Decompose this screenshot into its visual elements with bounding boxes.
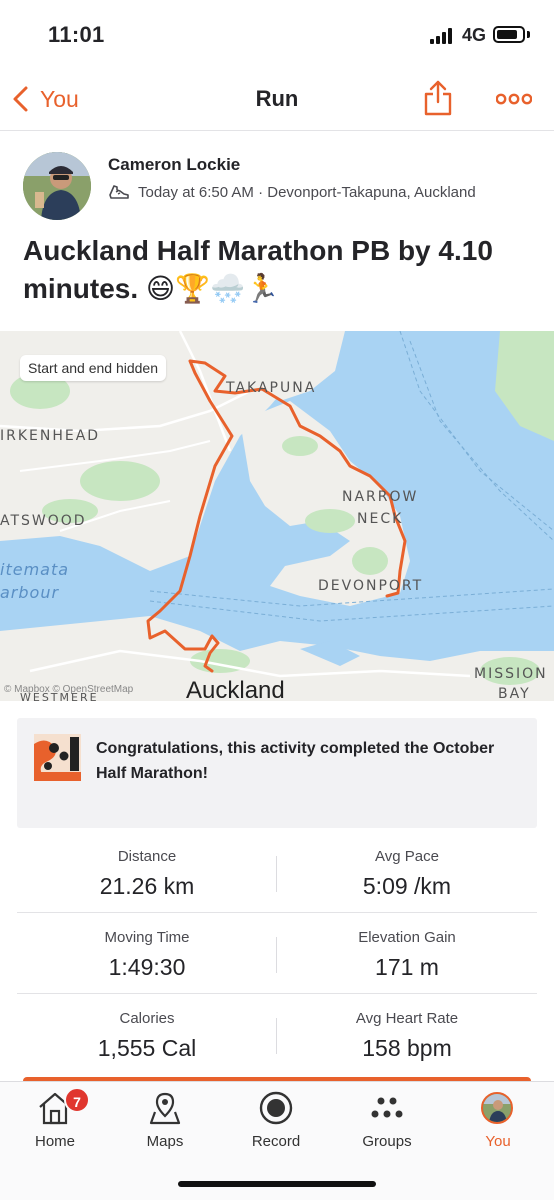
stat-row: Distance 21.26 km Avg Pace 5:09 /km — [17, 832, 537, 913]
tab-home[interactable]: 7 Home — [0, 1082, 110, 1162]
battery-icon — [493, 26, 525, 43]
status-time: 11:01 — [48, 22, 105, 47]
avatar-photo — [23, 152, 91, 220]
nav-bar: You Run — [0, 70, 554, 131]
privacy-chip: Start and end hidden — [20, 355, 166, 381]
stat-value: 158 bpm — [362, 1035, 452, 1061]
status-bar: 11:01 4G — [0, 0, 554, 70]
map-label-birkenhead: IRKENHEAD — [0, 428, 101, 444]
map-label-narrow: NARROW — [342, 489, 419, 505]
stat-value: 171 m — [375, 954, 439, 980]
tab-record[interactable]: Record — [221, 1082, 331, 1162]
page-title: Run — [255, 86, 299, 111]
home-indicator — [178, 1181, 376, 1187]
stat-row: Calories 1,555 Cal Avg Heart Rate 158 bp… — [17, 994, 537, 1075]
activity-title: Auckland Half Marathon PB by 4.10 minute… — [23, 235, 493, 304]
profile-avatar — [481, 1092, 513, 1124]
challenge-badge-icon — [34, 734, 81, 781]
chevron-left-icon — [13, 86, 28, 112]
more-options-icon[interactable] — [496, 92, 532, 106]
route-map[interactable]: Start and end hidden TAKAPUNA IRKENHEAD … — [0, 331, 554, 701]
stat-elevation-gain: Elevation Gain 171 m — [277, 913, 537, 981]
stat-label: Avg Pace — [375, 848, 439, 865]
stat-value: 1:49:30 — [108, 954, 186, 980]
map-label-waitemata: itemata — [0, 560, 70, 579]
map-label-bay: BAY — [498, 686, 531, 701]
stat-distance: Distance 21.26 km — [17, 832, 277, 900]
stat-avg-heart-rate: Avg Heart Rate 158 bpm — [277, 994, 537, 1062]
signal-icon — [430, 28, 454, 44]
stat-label: Distance — [117, 848, 177, 865]
stats-grid: Distance 21.26 km Avg Pace 5:09 /km Movi… — [17, 832, 537, 1075]
map-label-atswood: ATSWOOD — [0, 513, 87, 529]
tab-you[interactable]: You — [443, 1082, 553, 1162]
stat-label: Avg Heart Rate — [355, 1010, 459, 1027]
stat-moving-time: Moving Time 1:49:30 — [17, 913, 277, 981]
back-label: You — [40, 85, 79, 112]
map-label-neck: NECK — [357, 511, 404, 527]
record-icon — [259, 1091, 293, 1125]
activity-meta-text: Today at 6:50 AM · Devonport-Takapuna, A… — [138, 183, 476, 201]
stat-label: Elevation Gain — [358, 929, 456, 946]
map-attribution: © Mapbox © OpenStreetMap — [4, 684, 134, 695]
tab-label: Record — [251, 1133, 301, 1150]
tab-maps[interactable]: Maps — [110, 1082, 220, 1162]
tab-label: Groups — [362, 1133, 412, 1150]
stat-label: Calories — [119, 1010, 175, 1027]
map-label-mission: MISSION — [474, 666, 548, 682]
groups-icon — [371, 1097, 403, 1118]
tab-label: You — [485, 1133, 511, 1150]
stat-row: Moving Time 1:49:30 Elevation Gain 171 m — [17, 913, 537, 994]
stat-value: 21.26 km — [99, 873, 195, 899]
map-label-auckland: Auckland — [186, 677, 285, 701]
tab-label: Home — [34, 1133, 75, 1150]
stat-avg-pace: Avg Pace 5:09 /km — [277, 832, 537, 900]
challenge-card[interactable]: Congratulations, this activity completed… — [17, 718, 537, 828]
tab-groups[interactable]: Groups — [332, 1082, 442, 1162]
challenge-text: Congratulations, this activity completed… — [96, 740, 495, 782]
stat-value: 5:09 /km — [362, 873, 452, 899]
maps-icon — [149, 1092, 181, 1125]
share-icon[interactable] — [423, 80, 453, 116]
stat-calories: Calories 1,555 Cal — [17, 994, 277, 1062]
tab-label: Maps — [146, 1133, 184, 1150]
run-shoe-icon — [109, 185, 129, 199]
network-type: 4G — [462, 25, 487, 45]
activity-meta: Today at 6:50 AM · Devonport-Takapuna, A… — [108, 182, 476, 202]
athlete-name[interactable]: Cameron Lockie — [108, 155, 240, 175]
notification-badge: 7 — [64, 1087, 90, 1113]
stat-value: 1,555 Cal — [97, 1035, 197, 1061]
stat-label: Moving Time — [104, 929, 190, 946]
athlete-avatar[interactable] — [23, 152, 91, 220]
map-label-devonport: DEVONPORT — [318, 578, 424, 594]
back-button[interactable]: You — [10, 82, 79, 116]
map-label-harbour: arbour — [0, 583, 60, 602]
map-label-takapuna: TAKAPUNA — [226, 380, 317, 396]
